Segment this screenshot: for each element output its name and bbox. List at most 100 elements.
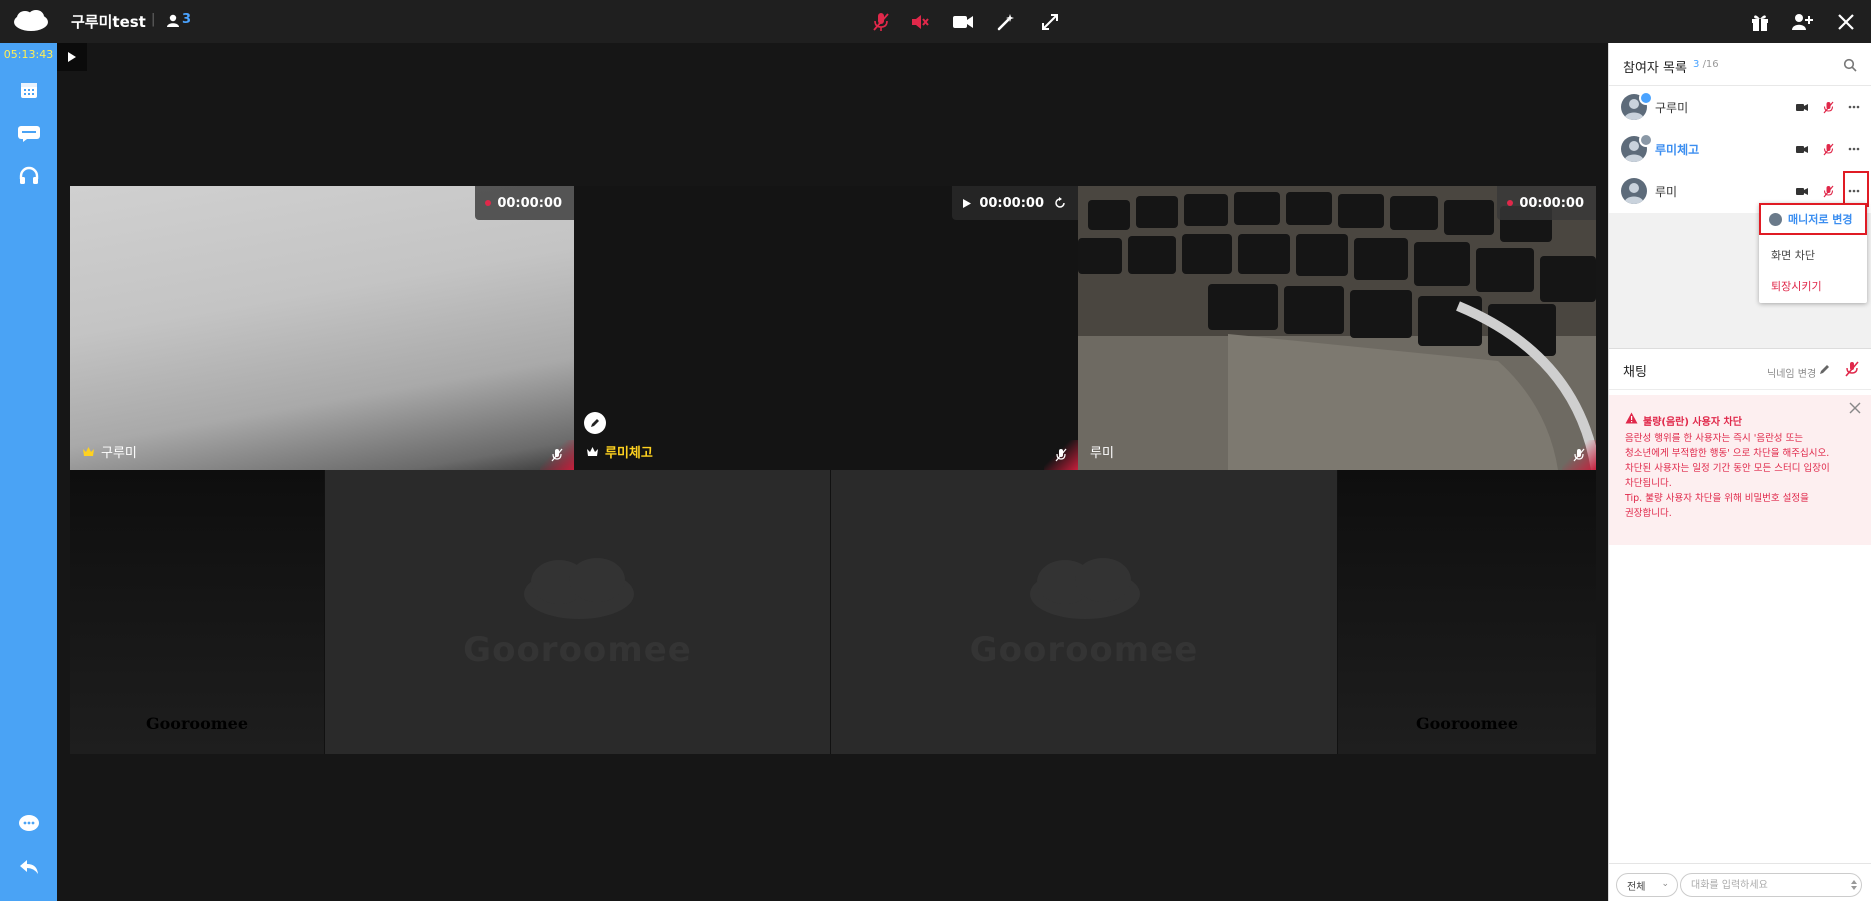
- crown-icon: [83, 447, 94, 456]
- chat-title: 채팅: [1623, 365, 1647, 380]
- camera-icon[interactable]: [1793, 140, 1811, 158]
- right-panel: 참여자 목록 3 /16 구루미 루미체고 루미 매니저로 변경 화면 차단 퇴…: [1608, 43, 1871, 901]
- play-icon[interactable]: [962, 198, 972, 209]
- kick-menu-item[interactable]: 퇴장시키기: [1771, 278, 1822, 294]
- close-icon[interactable]: [1848, 401, 1862, 415]
- more-options-icon[interactable]: [1845, 98, 1863, 116]
- placeholder-tile-left: Gooroomee: [70, 470, 324, 754]
- participant-name: 루미체고: [1655, 143, 1700, 157]
- app-window: 구루미test | 3 05:13:43 00:00:00 구루미 00:00:…: [0, 0, 1871, 901]
- record-timer: 00:00:00: [1497, 186, 1596, 220]
- search-icon[interactable]: [1843, 58, 1857, 72]
- tile-mic-muted-icon: [540, 440, 574, 470]
- chat-target-select[interactable]: 전체 ⌄: [1616, 873, 1678, 897]
- warning-icon: [1625, 412, 1638, 424]
- block-screen-menu-item[interactable]: 화면 차단: [1771, 247, 1815, 263]
- notice-title: 불량(음란) 사용자 차단: [1643, 417, 1742, 428]
- headset-icon[interactable]: [16, 163, 42, 189]
- brand-text: Gooroomee: [969, 630, 1199, 670]
- video-tile-1[interactable]: 00:00:00 구루미: [70, 186, 574, 470]
- notice-line: Tip. 불량 사용자 차단을 위해 비밀번호 설정을: [1625, 493, 1809, 504]
- tile-mic-muted-icon: [1562, 440, 1596, 470]
- camera-icon[interactable]: [1793, 182, 1811, 200]
- participant-row-1[interactable]: 구루미: [1609, 86, 1871, 128]
- participant-name: 루미: [1090, 446, 1114, 461]
- edit-pen-icon[interactable]: [584, 412, 606, 434]
- chat-input-bar: 전체 ⌄: [1609, 863, 1871, 901]
- manager-badge-icon: [1639, 133, 1653, 147]
- add-user-icon[interactable]: [1789, 9, 1815, 35]
- cloud-logo-icon: [524, 558, 634, 619]
- record-time: 00:00:00: [1519, 195, 1584, 211]
- participant-name: 구루미: [1655, 101, 1689, 115]
- calendar-icon[interactable]: [16, 77, 42, 103]
- make-manager-menu-item[interactable]: 매니저로 변경: [1759, 203, 1867, 235]
- cloud-logo-icon: [1030, 558, 1140, 619]
- fullscreen-icon[interactable]: [1037, 9, 1063, 35]
- scroll-arrows-icon[interactable]: [1850, 879, 1858, 891]
- playback-time: 00:00:00: [979, 195, 1044, 211]
- video-tile-2[interactable]: 00:00:00 루미체고: [574, 186, 1078, 470]
- title-separator: |: [151, 12, 156, 27]
- participant-name: 루미: [1655, 185, 1678, 199]
- top-bar: 구루미test | 3: [0, 0, 1871, 43]
- video-stage: 00:00:00 구루미 00:00:00 루미체고 00:00:00 루미 G…: [57, 43, 1608, 901]
- chat-mic-muted-icon[interactable]: [1843, 360, 1861, 378]
- chat-target-value: 전체: [1627, 881, 1646, 893]
- record-time: 00:00:00: [497, 195, 562, 211]
- notice-line: 음란성 행위를 한 사용자는 즉시 '음란성 또는: [1625, 433, 1804, 444]
- chat-message-input[interactable]: [1680, 873, 1862, 897]
- participant-label: 루미체고: [586, 442, 653, 461]
- gift-icon[interactable]: [1747, 9, 1773, 35]
- left-sidebar: 05:13:43: [0, 43, 57, 901]
- nickname-change-link[interactable]: 닉네임 변경: [1767, 365, 1816, 380]
- chat-bubble-icon[interactable]: [16, 811, 42, 837]
- chevron-down-icon: ⌄: [1661, 879, 1669, 889]
- mic-muted-icon[interactable]: [1819, 140, 1837, 158]
- record-dot: [485, 200, 492, 206]
- refresh-icon[interactable]: [1054, 197, 1066, 209]
- notice-line: 차단됩니다.: [1625, 478, 1672, 489]
- camera-icon[interactable]: [950, 9, 976, 35]
- more-options-icon[interactable]: [1845, 140, 1863, 158]
- play-toggle-icon[interactable]: [57, 43, 87, 71]
- make-manager-label: 매니저로 변경: [1788, 213, 1853, 226]
- block-user-notice: 불량(음란) 사용자 차단 음란성 행위를 한 사용자는 즉시 '음란성 또는 …: [1609, 395, 1871, 545]
- room-title: 구루미test: [71, 13, 146, 31]
- notice-line: 차단된 사용자는 일정 기간 동안 모든 스터디 입장이: [1625, 463, 1830, 474]
- close-icon[interactable]: [1833, 9, 1859, 35]
- mic-muted-icon[interactable]: [868, 9, 894, 35]
- participant-label: 구루미: [82, 442, 137, 461]
- speaker-muted-icon[interactable]: [907, 9, 933, 35]
- exit-arrow-icon[interactable]: [16, 854, 42, 880]
- participant-count-current: 3: [1693, 59, 1700, 70]
- camera-icon[interactable]: [1793, 98, 1811, 116]
- participant-count-total: /16: [1702, 59, 1719, 70]
- tile-mic-muted-icon: [1044, 440, 1078, 470]
- attendance-icon[interactable]: [16, 120, 42, 146]
- more-options-highlight: [1843, 171, 1869, 207]
- magic-wand-icon[interactable]: [993, 9, 1019, 35]
- user-icon: [167, 14, 179, 27]
- participant-row-2[interactable]: 루미체고: [1609, 128, 1871, 170]
- placeholder-tile-center-right: Gooroomee: [831, 470, 1338, 754]
- mic-muted-icon[interactable]: [1819, 98, 1837, 116]
- record-timer: 00:00:00: [475, 186, 574, 220]
- participant-list-header: 참여자 목록 3 /16: [1609, 43, 1871, 86]
- avatar: [1621, 178, 1647, 204]
- participant-label: 루미: [1090, 442, 1114, 461]
- participant-name: 루미체고: [605, 446, 653, 461]
- record-dot: [1507, 200, 1514, 206]
- user-count: 3: [182, 12, 192, 27]
- participant-list-title: 참여자 목록: [1623, 61, 1687, 76]
- brand-text: Gooroomee: [145, 714, 249, 733]
- participant-count: 3 /16: [1693, 59, 1719, 70]
- brand-text: Gooroomee: [1415, 714, 1519, 733]
- host-star-icon: [1639, 91, 1653, 105]
- cloud-logo-icon[interactable]: [12, 9, 50, 33]
- placeholder-tile-right: Gooroomee: [1338, 470, 1596, 754]
- video-tile-3[interactable]: 00:00:00 루미: [1078, 186, 1596, 470]
- notice-line: 권장합니다.: [1625, 508, 1672, 519]
- mic-muted-icon[interactable]: [1819, 182, 1837, 200]
- pencil-icon[interactable]: [1819, 363, 1831, 375]
